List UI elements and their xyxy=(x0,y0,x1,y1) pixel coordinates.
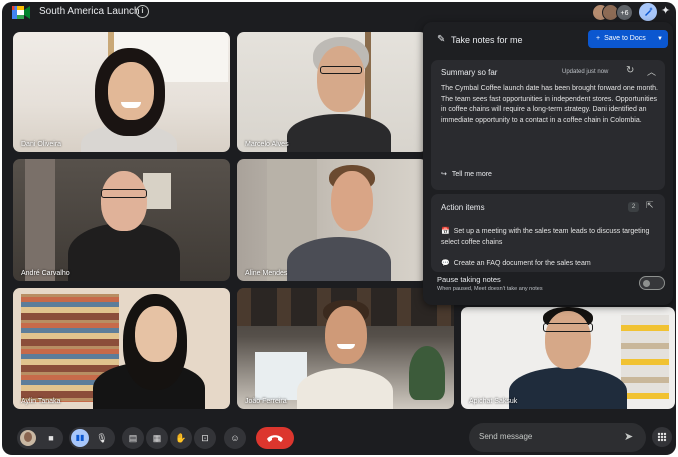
person-face xyxy=(545,311,591,369)
arrow-return-icon: ↪ xyxy=(441,171,447,178)
summary-title: Summary so far xyxy=(441,68,498,77)
microphone-control-group[interactable]: ▮▮ 🎙 xyxy=(69,427,115,449)
pause-notes-title: Pause taking notes xyxy=(437,275,501,284)
take-notes-panel: ✎ Take notes for me + Save to Docs ▼ Summ… xyxy=(423,22,673,305)
participant-name-label: Aylin Tanaka xyxy=(21,398,61,405)
participant-name-label: Apichat Saksuk xyxy=(469,398,518,405)
action-items-count-badge: 2 xyxy=(628,202,639,212)
participant-tile-aylin[interactable]: Aylin Tanaka xyxy=(13,288,230,409)
bottom-control-bar: ■ ▮▮ 🎙 ▤ ▦ ✋ ⊡ ☺ Send message ➤ xyxy=(2,418,676,455)
message-placeholder: Send message xyxy=(479,432,533,441)
plant xyxy=(409,346,445,400)
camera-control-group[interactable]: ■ xyxy=(17,427,63,449)
action-item[interactable]: 💬 Create an FAQ document for the sales te… xyxy=(441,259,655,270)
action-item[interactable]: 📅 Set up a meeting with the sales team le… xyxy=(441,227,655,248)
audio-levels-icon[interactable]: ▮▮ xyxy=(71,429,89,447)
plus-icon: + xyxy=(596,35,601,42)
hang-up-icon xyxy=(267,435,283,442)
gemini-sparkle-icon[interactable]: ✦ xyxy=(661,4,670,17)
person-body xyxy=(287,114,391,152)
person-face xyxy=(108,62,154,120)
door-frame xyxy=(25,159,55,281)
send-message-input[interactable]: Send message ➤ xyxy=(469,423,646,452)
emoji-reactions-button[interactable]: ☺ xyxy=(224,427,246,449)
refresh-icon[interactable]: ↻ xyxy=(626,65,634,76)
action-item-text: Create an FAQ document for the sales tea… xyxy=(453,260,591,267)
top-bar: South America Launch i +6 ✦ xyxy=(2,2,676,24)
meet-window: South America Launch i +6 ✦ Dani Oliveir… xyxy=(2,2,676,455)
participant-name-label: Marcelo Alves xyxy=(245,141,289,148)
wall-art xyxy=(621,315,669,399)
tell-me-more-label: Tell me more xyxy=(451,171,492,178)
layout-button[interactable]: ▦ xyxy=(146,427,168,449)
person-smile xyxy=(121,102,141,108)
assign-pointer-icon[interactable]: ⇱ xyxy=(646,200,654,211)
participant-name-label: André Carvalho xyxy=(21,270,70,277)
person-face xyxy=(317,46,365,112)
pause-notes-switch[interactable] xyxy=(639,276,665,290)
calendar-icon: 📅 xyxy=(441,228,450,235)
info-icon[interactable]: i xyxy=(136,5,149,18)
person-body xyxy=(297,368,393,409)
participant-name-label: Dani Oliveira xyxy=(21,141,62,148)
person-body xyxy=(287,237,391,281)
person-body xyxy=(509,367,627,409)
meeting-title: South America Launch xyxy=(39,6,140,17)
glasses xyxy=(101,189,147,198)
apps-grid-button[interactable] xyxy=(652,427,672,447)
participant-tile-aline[interactable]: Aline Mendes xyxy=(237,159,427,281)
pause-notes-subtitle: When paused, Meet doesn't take any notes xyxy=(437,286,543,292)
participant-tile-andre[interactable]: André Carvalho xyxy=(13,159,230,281)
present-screen-button[interactable]: ⊡ xyxy=(194,427,216,449)
self-view-avatar[interactable] xyxy=(20,430,36,446)
summary-text: The Cymbal Coffee launch date has been b… xyxy=(441,85,659,124)
participant-tile-joao[interactable]: João Ferreira xyxy=(237,288,454,409)
chat-bubble-icon: 💬 xyxy=(441,260,450,267)
participant-tile-marcelo[interactable]: Marcelo Alves xyxy=(237,32,427,152)
google-meet-logo-icon xyxy=(12,6,30,19)
switch-knob xyxy=(643,279,650,287)
save-to-docs-button[interactable]: + Save to Docs ▼ xyxy=(588,30,668,48)
raise-hand-button[interactable]: ✋ xyxy=(170,427,192,449)
summary-updated-label: Updated just now xyxy=(562,69,609,75)
captions-button[interactable]: ▤ xyxy=(122,427,144,449)
action-item-text: Set up a meeting with the sales team lea… xyxy=(441,228,650,246)
pen-sparkle-icon xyxy=(645,7,653,16)
wall-picture xyxy=(143,173,171,209)
action-items-card: Action items 2 ⇱ 📅 Set up a meeting with … xyxy=(431,194,665,272)
action-items-title: Action items xyxy=(441,203,485,212)
person-smile xyxy=(337,344,355,349)
participant-tile-apichat[interactable]: Apichat Saksuk xyxy=(461,307,675,409)
panel-title: Take notes for me xyxy=(451,35,523,45)
microphone-icon[interactable]: 🎙 xyxy=(93,427,111,449)
grid-icon xyxy=(657,432,667,442)
participant-count-badge: +6 xyxy=(616,4,633,21)
glasses xyxy=(320,66,362,74)
glasses xyxy=(543,323,593,332)
take-notes-toggle-button[interactable] xyxy=(639,3,657,21)
participant-name-label: Aline Mendes xyxy=(245,270,288,277)
leave-call-button[interactable] xyxy=(256,427,294,449)
pen-sparkle-icon: ✎ xyxy=(437,34,446,45)
chevron-down-icon[interactable]: ▼ xyxy=(657,30,663,48)
tell-me-more-button[interactable]: ↪ Tell me more xyxy=(441,170,492,178)
send-icon[interactable]: ➤ xyxy=(624,430,633,443)
summary-card: Summary so far Updated just now ↻ ︿ The … xyxy=(431,60,665,190)
person-face xyxy=(135,306,177,362)
chevron-up-icon[interactable]: ︿ xyxy=(647,65,656,78)
person-body xyxy=(68,223,180,281)
participant-name-label: João Ferreira xyxy=(245,398,287,405)
save-to-docs-label: Save to Docs xyxy=(604,35,646,42)
panel-header: ✎ Take notes for me + Save to Docs ▼ xyxy=(423,22,673,56)
camera-icon[interactable]: ■ xyxy=(43,427,59,449)
participant-tile-dani[interactable]: Dani Oliveira xyxy=(13,32,230,152)
person-face xyxy=(331,171,373,231)
person-face xyxy=(101,171,147,231)
person-face xyxy=(325,306,367,364)
